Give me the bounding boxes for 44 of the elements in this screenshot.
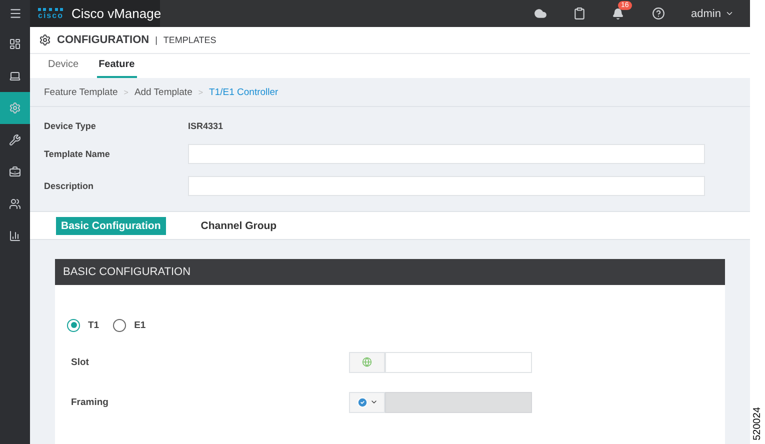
breadcrumb-separator: > <box>124 88 128 96</box>
logo: cisco <box>38 8 64 20</box>
section-tab[interactable]: Channel Group <box>196 216 282 234</box>
cloud-icon[interactable] <box>534 7 548 20</box>
title-separator: | <box>155 35 158 45</box>
field-label: Template Name <box>44 149 111 159</box>
wrench-icon <box>9 134 21 146</box>
chart-icon <box>9 230 21 242</box>
user-menu[interactable]: admin <box>691 8 734 20</box>
check-icon <box>356 396 368 408</box>
caret-icon <box>370 398 378 406</box>
device-type-value: ISR4331 <box>188 121 224 131</box>
caret-icon <box>725 9 734 18</box>
help-icon[interactable] <box>652 7 666 20</box>
panel-title: BASIC CONFIGURATION <box>55 259 725 285</box>
globe-icon <box>362 357 372 367</box>
gear-icon <box>9 102 21 114</box>
field-label: Description <box>44 181 95 191</box>
bell-icon[interactable] <box>612 8 624 20</box>
briefcase-icon <box>9 166 21 178</box>
users-icon <box>9 198 21 210</box>
clipboard-icon[interactable] <box>573 7 586 20</box>
laptop-icon <box>9 70 21 82</box>
radio-icon[interactable] <box>67 318 80 332</box>
input-field[interactable] <box>188 144 705 164</box>
field-label: Slot <box>71 356 90 368</box>
app-title: Cisco vManage <box>71 6 162 21</box>
radio-option[interactable]: E1 <box>113 318 146 332</box>
page-title: CONFIGURATION <box>57 34 150 46</box>
gear-icon <box>39 34 51 46</box>
radio-option[interactable]: T1 <box>67 318 100 332</box>
breadcrumb-separator: > <box>198 88 204 96</box>
dashboard-icon <box>9 38 21 50</box>
field-label: Framing <box>71 396 110 408</box>
field-label: Device Type <box>44 121 97 131</box>
breadcrumb-link[interactable]: Add Template <box>134 86 192 98</box>
figure-number: 520024 <box>752 406 762 440</box>
page-subtitle: TEMPLATES <box>163 35 216 45</box>
breadcrumb-link[interactable]: Feature Template <box>44 86 118 98</box>
input-field[interactable] <box>188 176 705 196</box>
input-field[interactable] <box>385 352 532 372</box>
tab[interactable]: Device <box>46 54 81 78</box>
radio-icon[interactable] <box>113 318 126 332</box>
menu-icon <box>8 7 22 20</box>
